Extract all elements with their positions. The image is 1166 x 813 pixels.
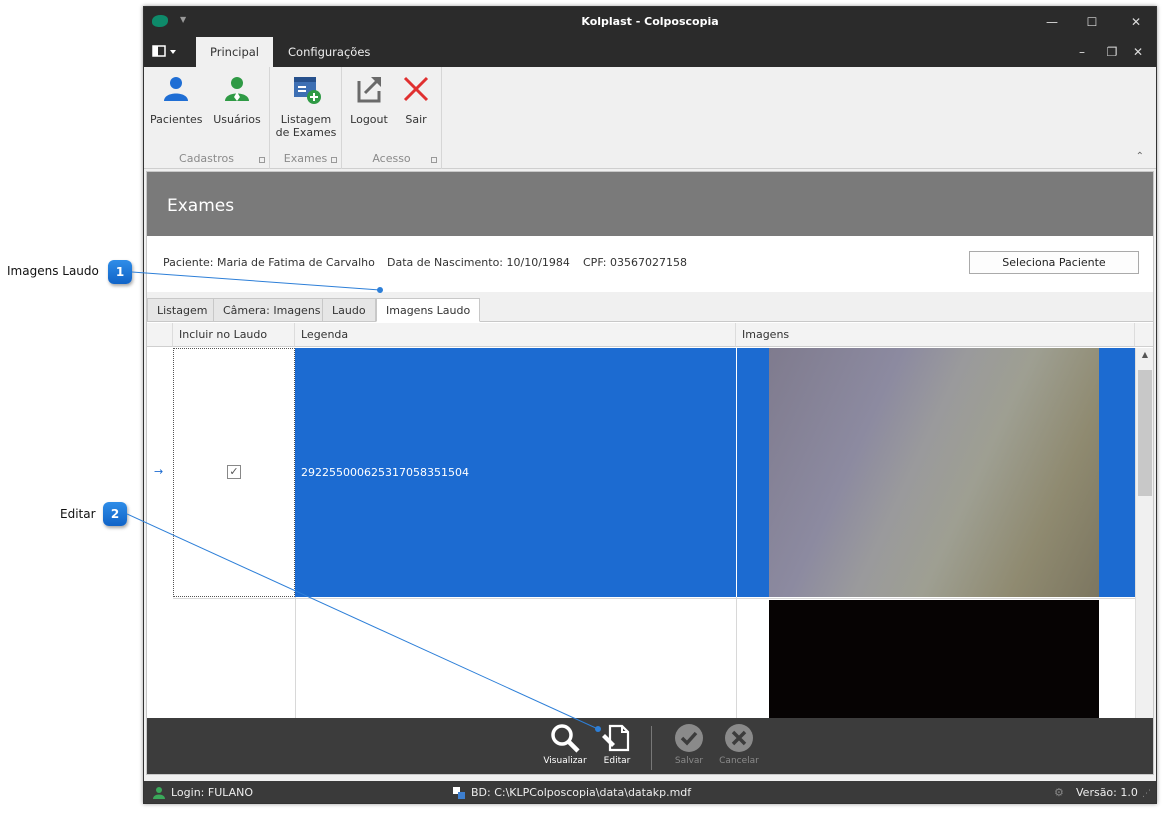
tab-listagem[interactable]: Listagem [147, 298, 218, 322]
caption-cell[interactable]: 2922550006253170583515​04 [301, 466, 469, 479]
ribbon: Pacientes Usuários Cadastros Listagem de… [144, 67, 1156, 169]
gear-icon: ⚙ [1054, 786, 1064, 799]
group-expand-icon[interactable] [331, 157, 337, 163]
scroll-up-icon[interactable]: ▲ [1136, 350, 1153, 359]
tab-principal[interactable]: Principal [196, 37, 274, 67]
cancel-icon [725, 724, 753, 752]
tab-laudo[interactable]: Laudo [322, 298, 376, 322]
row-header-corner [147, 323, 173, 347]
select-patient-button[interactable]: Seleciona Paciente [969, 251, 1139, 274]
window-title: Kolplast - Colposcopia [581, 15, 719, 28]
ribbon-group-exames: Listagem de Exames Exames [270, 67, 342, 169]
visualizar-label: Visualizar [543, 756, 587, 766]
column-header-legenda[interactable]: Legenda [295, 323, 736, 347]
images-grid: Incluir no Laudo Legenda Imagens → ✓ 292… [147, 323, 1153, 730]
column-header-incluir[interactable]: Incluir no Laudo [173, 323, 295, 347]
callout-badge-1: 1 [108, 260, 132, 284]
column-header-filler [1135, 323, 1153, 347]
ribbon-group-cadastros: Pacientes Usuários Cadastros [144, 67, 270, 169]
login-user-icon [153, 787, 165, 799]
sair-label: Sair [405, 113, 427, 126]
editar-button[interactable]: Editar [597, 722, 637, 766]
mdi-minimize-button[interactable]: – [1072, 43, 1092, 61]
group-expand-icon[interactable] [259, 157, 265, 163]
logout-label: Logout [350, 113, 388, 126]
exam-list-icon [294, 77, 321, 104]
sair-button[interactable]: Sair [396, 73, 436, 126]
page-header: Exames [147, 172, 1153, 236]
colposcopy-image-thumbnail-dark[interactable] [769, 600, 1099, 730]
table-row[interactable] [173, 598, 1135, 599]
patient-name: Paciente: Maria de Fatima de Carvalho [163, 256, 375, 269]
callout-label-editar: Editar [60, 507, 96, 521]
logout-button[interactable]: Logout [346, 73, 392, 126]
callout-label-imagens-laudo: Imagens Laudo [7, 264, 99, 278]
callout-badge-2: 2 [103, 502, 127, 526]
mdi-restore-button[interactable]: ❐ [1102, 43, 1122, 61]
login-status: Login: FULANO [171, 786, 254, 799]
check-icon [675, 724, 703, 752]
tab-camera-imagens[interactable]: Câmera: Imagens [213, 298, 331, 322]
cancelar-button[interactable]: Cancelar [717, 722, 761, 766]
grid-line [736, 597, 737, 718]
version-label: Versão: 1.0 [1076, 786, 1138, 799]
vertical-scrollbar[interactable]: ▲ [1135, 348, 1153, 718]
grid-line [295, 597, 296, 718]
usuarios-button[interactable]: Usuários [210, 73, 264, 126]
editar-label: Editar [603, 756, 631, 766]
title-bar: ▼ Kolplast - Colposcopia — ☐ ✕ [144, 7, 1156, 37]
tab-imagens-laudo[interactable]: Imagens Laudo [376, 298, 481, 322]
pacientes-label: Pacientes [150, 113, 203, 126]
usuarios-label: Usuários [213, 113, 261, 126]
listagem-label-line2: de Exames [275, 126, 337, 139]
image-cell-1 [736, 348, 737, 597]
column-header-imagens[interactable]: Imagens [736, 323, 1135, 347]
resize-grip-icon[interactable]: ⋰ [1142, 789, 1151, 799]
magnifier-icon [551, 724, 580, 753]
patient-cpf: CPF: 03567027158 [583, 256, 687, 269]
close-window-button[interactable]: ✕ [1126, 13, 1146, 31]
close-icon [403, 76, 429, 102]
collapse-ribbon-icon[interactable]: ⌃ [1136, 151, 1144, 162]
colposcopy-image-thumbnail[interactable] [769, 348, 1099, 597]
group-expand-icon[interactable] [431, 157, 437, 163]
salvar-button[interactable]: Salvar [669, 722, 709, 766]
database-icon [453, 787, 465, 799]
action-bar: Visualizar Editar Salvar Cancelar [147, 718, 1153, 774]
cancelar-label: Cancelar [719, 756, 759, 766]
minimize-button[interactable]: — [1042, 13, 1062, 31]
action-bar-separator [651, 726, 652, 770]
exames-panel: Exames Paciente: Maria de Fatima de Carv… [146, 171, 1154, 775]
user-icon [225, 77, 249, 101]
database-path: BD: C:\KLPColposcopia\data\datakp.mdf [471, 786, 692, 799]
include-checkbox[interactable]: ✓ [227, 465, 241, 479]
salvar-label: Salvar [674, 756, 704, 766]
scrollbar-thumb[interactable] [1138, 370, 1152, 496]
listagem-label-line1: Listagem [280, 113, 332, 126]
maximize-button[interactable]: ☐ [1082, 13, 1102, 31]
group-label-cadastros: Cadastros [179, 152, 234, 165]
edit-icon [602, 724, 630, 752]
logout-icon [357, 77, 381, 103]
ribbon-tab-row: Principal Configurações – ❐ ✕ [144, 37, 1156, 67]
ribbon-group-acesso: Logout Sair Acesso [342, 67, 442, 169]
exam-tabs: Listagem Câmera: Imagens Laudo Imagens L… [147, 292, 1153, 322]
status-bar: Login: FULANO BD: C:\KLPColposcopia\data… [144, 781, 1156, 803]
listagem-exames-button[interactable]: Listagem de Exames [274, 73, 338, 139]
tab-configuracoes[interactable]: Configurações [274, 37, 384, 67]
app-window: ▼ Kolplast - Colposcopia — ☐ ✕ Principal… [143, 6, 1157, 804]
page-title: Exames [167, 196, 235, 216]
mdi-close-button[interactable]: ✕ [1128, 43, 1148, 61]
pacientes-button[interactable]: Pacientes [150, 73, 203, 126]
row-indicator-icon: → [154, 465, 164, 478]
person-icon [164, 77, 188, 101]
patient-birthdate: Data de Nascimento: 10/10/1984 [387, 256, 570, 269]
group-label-acesso: Acesso [372, 152, 411, 165]
app-menu-button[interactable] [152, 43, 184, 61]
visualizar-button[interactable]: Visualizar [543, 722, 587, 766]
